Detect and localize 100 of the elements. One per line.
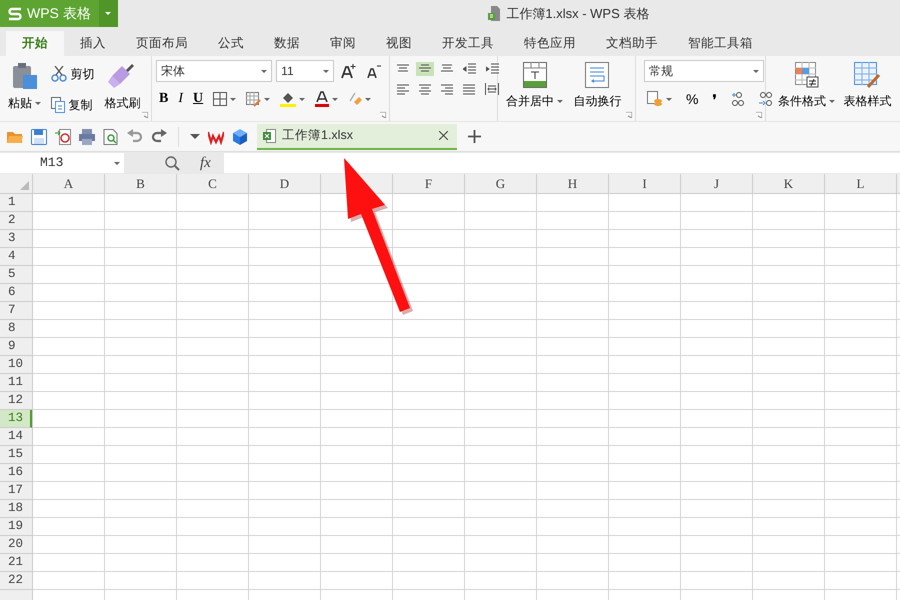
print-preview-icon [103, 128, 119, 144]
logo-icon [8, 6, 22, 20]
table-brush-icon [246, 92, 262, 106]
save-button[interactable] [28, 128, 50, 146]
row-header[interactable]: 21 [0, 554, 32, 572]
align-left-button[interactable] [394, 82, 412, 96]
row-header[interactable]: 19 [0, 518, 32, 536]
conditional-format-button[interactable]: 条件格式 [774, 60, 840, 121]
document-icon [488, 6, 500, 21]
column-header[interactable]: K [753, 174, 825, 193]
insert-function-button[interactable]: fx [197, 154, 214, 172]
font-size-dropdown[interactable]: 11 [276, 60, 334, 82]
app-name: WPS 表格 [27, 4, 91, 23]
column-header[interactable]: G [465, 174, 537, 193]
new-tab-button[interactable] [465, 129, 484, 144]
wrap-text-icon [585, 62, 610, 88]
menu-tab[interactable]: 智能工具箱 [674, 31, 767, 56]
caret-icon [332, 98, 338, 100]
copy-button[interactable]: 复制 [49, 95, 96, 115]
menu-tab[interactable]: 开始 [6, 31, 64, 56]
column-header[interactable]: J [681, 174, 753, 193]
number-format-dropdown[interactable]: 常规 [644, 60, 764, 82]
caret-icon [35, 102, 42, 106]
caret-icon [299, 98, 306, 100]
bold-button[interactable]: B [156, 91, 172, 107]
clipboard-icon [10, 62, 39, 90]
export-pdf-button[interactable] [52, 128, 74, 146]
currency-button[interactable] [644, 90, 675, 108]
menu-tab[interactable]: 审阅 [316, 31, 370, 56]
row-header[interactable]: 2 [0, 212, 32, 230]
justify-button[interactable] [460, 82, 478, 96]
table-style-icon [854, 62, 880, 88]
close-icon[interactable] [436, 130, 451, 141]
column-header[interactable]: D [249, 174, 321, 193]
menu-tab[interactable]: 特色应用 [510, 31, 590, 56]
document-tab-label: 工作簿1.xlsx [282, 127, 354, 144]
row-header[interactable]: 6 [0, 284, 32, 302]
row-header[interactable]: 9 [0, 338, 32, 356]
row-header[interactable]: 15 [0, 446, 32, 464]
caret-icon [230, 98, 236, 100]
align-right-button[interactable] [438, 82, 456, 96]
column-header[interactable]: H [537, 174, 609, 193]
increase-indent-button[interactable] [483, 62, 502, 76]
formula-input[interactable] [224, 153, 900, 173]
underline-button[interactable]: U [190, 91, 206, 107]
caret-icon [114, 162, 120, 164]
column-header[interactable]: A [33, 174, 105, 193]
export-icon [55, 128, 71, 144]
menu-tab[interactable]: 公式 [204, 31, 258, 56]
paste-button[interactable]: 粘贴 [4, 60, 46, 121]
row-header[interactable]: 17 [0, 482, 32, 500]
row-header[interactable]: 4 [0, 248, 32, 266]
caret-icon [261, 70, 268, 72]
distributed-button[interactable] [482, 82, 502, 96]
row-header[interactable]: 14 [0, 428, 32, 446]
document-tab[interactable]: 工作簿1.xlsx [257, 124, 457, 150]
dialog-launcher-icon [626, 112, 632, 118]
align-center-button[interactable] [416, 82, 434, 96]
menu-tab[interactable]: 开发工具 [428, 31, 508, 56]
row-header[interactable]: 7 [0, 302, 32, 320]
menu-tab[interactable]: 插入 [66, 31, 120, 56]
scissors-icon [51, 66, 68, 82]
name-box[interactable]: M13 [0, 153, 124, 173]
percent-button[interactable]: % [683, 91, 702, 107]
column-header[interactable]: F [393, 174, 465, 193]
italic-button[interactable]: I [175, 91, 186, 107]
row-header[interactable]: 1 [0, 194, 32, 212]
cut-button[interactable]: 剪切 [49, 64, 96, 84]
row-header[interactable]: 8 [0, 320, 32, 338]
wrap-text-button[interactable]: 自动换行 [569, 60, 626, 121]
row-header[interactable]: 13 [0, 410, 32, 428]
caret-icon [323, 70, 329, 72]
menu-tab[interactable]: 文档助手 [592, 31, 672, 56]
column-header[interactable]: B [105, 174, 177, 193]
save-icon [31, 128, 47, 144]
row-header[interactable]: 10 [0, 356, 32, 374]
align-middle-button[interactable] [416, 62, 434, 76]
print-button[interactable] [76, 128, 98, 146]
merge-center-button[interactable]: 合并居中 [502, 60, 568, 121]
row-header[interactable]: 22 [0, 572, 32, 590]
column-header[interactable]: C [177, 174, 249, 193]
font-name-dropdown[interactable]: 宋体 [156, 60, 272, 82]
row-header[interactable]: 3 [0, 230, 32, 248]
conditional-format-icon [794, 62, 819, 88]
column-header[interactable]: L [825, 174, 897, 193]
menu-tab[interactable]: 数据 [260, 31, 314, 56]
row-header[interactable]: 16 [0, 464, 32, 482]
column-header[interactable]: I [609, 174, 681, 193]
table-style-button[interactable]: 表格样式 [839, 60, 896, 121]
printer-icon [79, 128, 95, 144]
decrease-indent-button[interactable] [460, 62, 479, 76]
comma-style-button[interactable]: ❜ [709, 92, 720, 106]
menu-tab[interactable]: 页面布局 [122, 31, 202, 56]
row-header[interactable]: 18 [0, 500, 32, 518]
row-header[interactable]: 5 [0, 266, 32, 284]
row-header[interactable]: 11 [0, 374, 32, 392]
eraser-icon [348, 92, 362, 106]
format-painter-button[interactable]: 格式刷 [100, 60, 144, 121]
menu-tab[interactable]: 视图 [372, 31, 426, 56]
row-header[interactable]: 20 [0, 536, 32, 554]
